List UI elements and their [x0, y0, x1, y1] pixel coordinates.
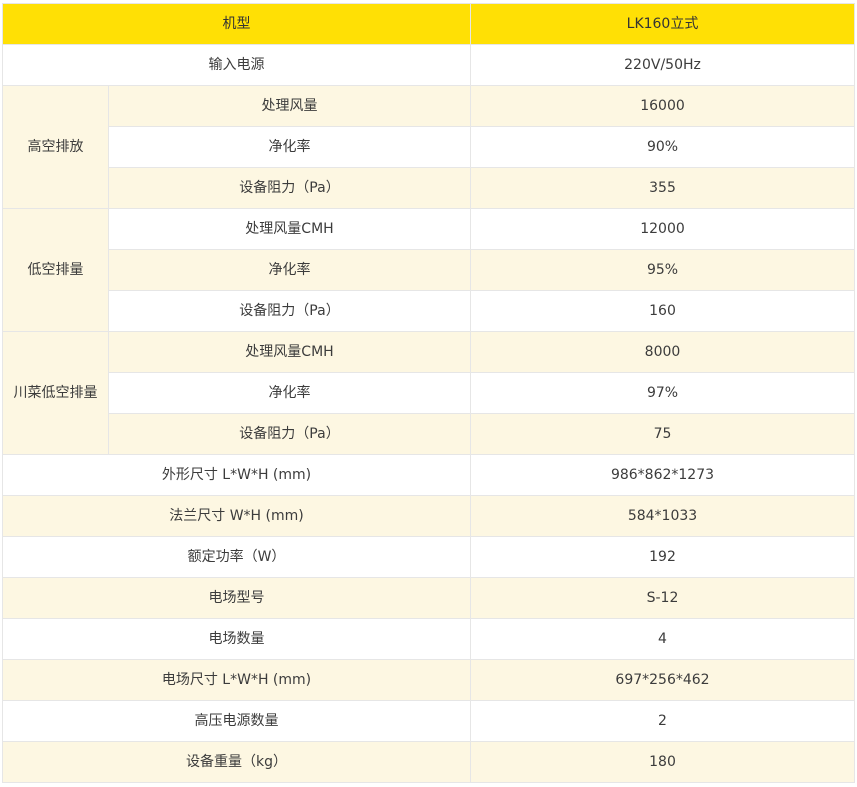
row-label: 净化率: [108, 372, 471, 414]
group-label-sichuan: 川菜低空排量: [2, 331, 109, 455]
row-value: 8000: [470, 331, 855, 373]
spec-label: 高压电源数量: [2, 700, 471, 742]
row-value: 355: [470, 167, 855, 209]
table-row: 电场尺寸 L*W*H (mm) 697*256*462: [2, 659, 855, 701]
table-header-row: 机型 LK160立式: [2, 3, 855, 45]
spec-label: 电场尺寸 L*W*H (mm): [2, 659, 471, 701]
table-row: 设备阻力（Pa） 160: [3, 290, 855, 332]
row-label: 净化率: [108, 126, 471, 168]
table-row: 输入电源 220V/50Hz: [2, 44, 855, 86]
table-row: 净化率 97%: [3, 372, 855, 414]
row-label: 处理风量CMH: [108, 208, 471, 250]
table-row: 净化率 95%: [3, 249, 855, 291]
row-value: 16000: [470, 85, 855, 127]
spec-value: 4: [470, 618, 855, 660]
row-label: 处理风量CMH: [108, 331, 471, 373]
table-row: 低空排量 处理风量CMH 12000: [2, 208, 855, 332]
spec-label: 外形尺寸 L*W*H (mm): [2, 454, 471, 496]
spec-label: 额定功率（W）: [2, 536, 471, 578]
spec-table: 机型 LK160立式 输入电源 220V/50Hz 高空排放 处理风量 1600…: [2, 3, 855, 783]
table-row: 法兰尺寸 W*H (mm) 584*1033: [2, 495, 855, 537]
input-power-value: 220V/50Hz: [470, 44, 855, 86]
table-row: 额定功率（W） 192: [2, 536, 855, 578]
table-row: 设备阻力（Pa） 355: [3, 167, 855, 209]
spec-label: 电场数量: [2, 618, 471, 660]
spec-value: 192: [470, 536, 855, 578]
table-row: 电场数量 4: [2, 618, 855, 660]
row-value: 95%: [470, 249, 855, 291]
table-row: 川菜低空排量 处理风量CMH 8000: [2, 331, 855, 455]
table-row: 电场型号 S-12: [2, 577, 855, 619]
spec-value: 697*256*462: [470, 659, 855, 701]
row-label: 净化率: [108, 249, 471, 291]
spec-label: 电场型号: [2, 577, 471, 619]
group-label-high: 高空排放: [2, 85, 109, 209]
spec-value: 2: [470, 700, 855, 742]
spec-value: 180: [470, 741, 855, 783]
row-value: 97%: [470, 372, 855, 414]
row-label: 处理风量: [108, 85, 471, 127]
table-row: 设备重量（kg） 180: [2, 741, 855, 783]
spec-value: 584*1033: [470, 495, 855, 537]
row-label: 设备阻力（Pa）: [108, 167, 471, 209]
row-value: 160: [470, 290, 855, 332]
spec-label: 设备重量（kg）: [2, 741, 471, 783]
table-row: 高空排放 处理风量 16000: [2, 85, 855, 209]
row-value: 75: [470, 413, 855, 455]
row-label: 设备阻力（Pa）: [108, 290, 471, 332]
table-row: 外形尺寸 L*W*H (mm) 986*862*1273: [2, 454, 855, 496]
row-label: 设备阻力（Pa）: [108, 413, 471, 455]
table-row: 高压电源数量 2: [2, 700, 855, 742]
row-value: 12000: [470, 208, 855, 250]
spec-value: 986*862*1273: [470, 454, 855, 496]
table-row: 设备阻力（Pa） 75: [3, 413, 855, 455]
spec-value: S-12: [470, 577, 855, 619]
spec-label: 法兰尺寸 W*H (mm): [2, 495, 471, 537]
header-model-value: LK160立式: [470, 3, 855, 45]
table-row: 净化率 90%: [3, 126, 855, 168]
row-value: 90%: [470, 126, 855, 168]
header-model-label: 机型: [2, 3, 471, 45]
group-label-low: 低空排量: [2, 208, 109, 332]
input-power-label: 输入电源: [2, 44, 471, 86]
